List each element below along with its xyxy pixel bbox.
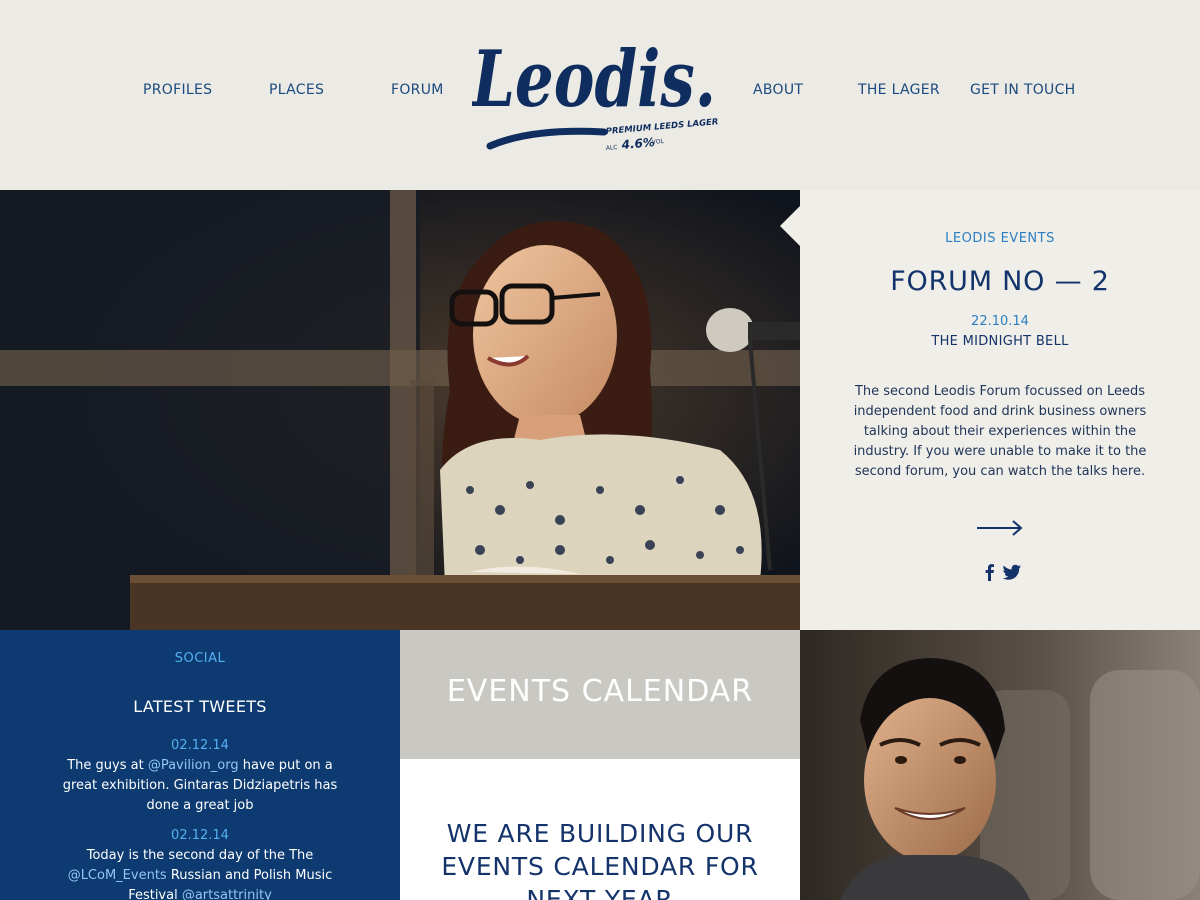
tweet-mention-link[interactable]: @Pavilion_org <box>148 758 239 773</box>
calendar-message: WE ARE BUILDING OUR EVENTS CALENDAR FOR … <box>441 819 759 900</box>
share-icons <box>980 562 1024 584</box>
event-title[interactable]: FORUM NO — 2 <box>800 266 1200 297</box>
twitter-icon[interactable] <box>1002 562 1022 582</box>
forum-speaker-photo <box>0 190 800 630</box>
arrow-right-icon[interactable] <box>975 518 1025 538</box>
event-date: 22.10.14 <box>971 314 1029 329</box>
events-calendar-section: EVENTS CALENDAR WE ARE BUILDING OUR EVEN… <box>400 630 800 900</box>
nav-the-lager-link[interactable]: THE LAGER <box>858 82 940 98</box>
event-description: The second Leodis Forum focussed on Leed… <box>853 384 1147 479</box>
profile-portrait-photo[interactable] <box>800 630 1200 900</box>
logo-abv: 4.6% <box>620 135 655 152</box>
leodis-logo[interactable]: Leodis. PREMIUM LEEDS LAGER ALC 4.6% VOL <box>472 28 722 168</box>
featured-event-panel: LEODIS EVENTS FORUM NO — 2 22.10.14 THE … <box>780 190 1200 630</box>
nav-get-in-touch-link[interactable]: GET IN TOUCH <box>970 82 1075 98</box>
tweet-mention-link[interactable]: @artsattrinity <box>182 888 272 900</box>
event-category: LEODIS EVENTS <box>945 231 1055 246</box>
tweet-item: 02.12.14 The guys at @Pavilion_org have … <box>55 736 345 816</box>
calendar-title[interactable]: EVENTS CALENDAR <box>400 674 800 709</box>
panel-notch <box>780 206 800 246</box>
social-label: SOCIAL <box>174 651 226 666</box>
tweet-text: Today is the second day of the The <box>86 848 314 863</box>
logo-wordmark: Leodis. <box>472 34 716 125</box>
nav-forum-link[interactable]: FORUM <box>391 82 444 98</box>
tweet-text: The guys at <box>67 758 148 773</box>
logo-alc: ALC <box>606 144 618 152</box>
event-venue: THE MIDNIGHT BELL <box>931 334 1069 349</box>
social-section: SOCIAL LATEST TWEETS 02.12.14 The guys a… <box>0 630 400 900</box>
logo-vol: VOL <box>652 138 665 146</box>
nav-places-link[interactable]: PLACES <box>269 82 324 98</box>
tweet-date: 02.12.14 <box>171 828 229 843</box>
calendar-header-band: EVENTS CALENDAR <box>400 630 800 759</box>
site-header: PROFILES PLACES FORUM Leodis. PREMIUM LE… <box>0 0 1200 190</box>
tweet-mention-link[interactable]: @LCoM_Events <box>68 868 167 883</box>
facebook-icon[interactable] <box>980 562 1000 582</box>
nav-profiles-link[interactable]: PROFILES <box>143 82 212 98</box>
tweet-date: 02.12.14 <box>171 738 229 753</box>
latest-tweets-heading: LATEST TWEETS <box>133 697 267 716</box>
nav-about-link[interactable]: ABOUT <box>753 82 803 98</box>
tweet-item: 02.12.14 Today is the second day of the … <box>55 826 345 900</box>
